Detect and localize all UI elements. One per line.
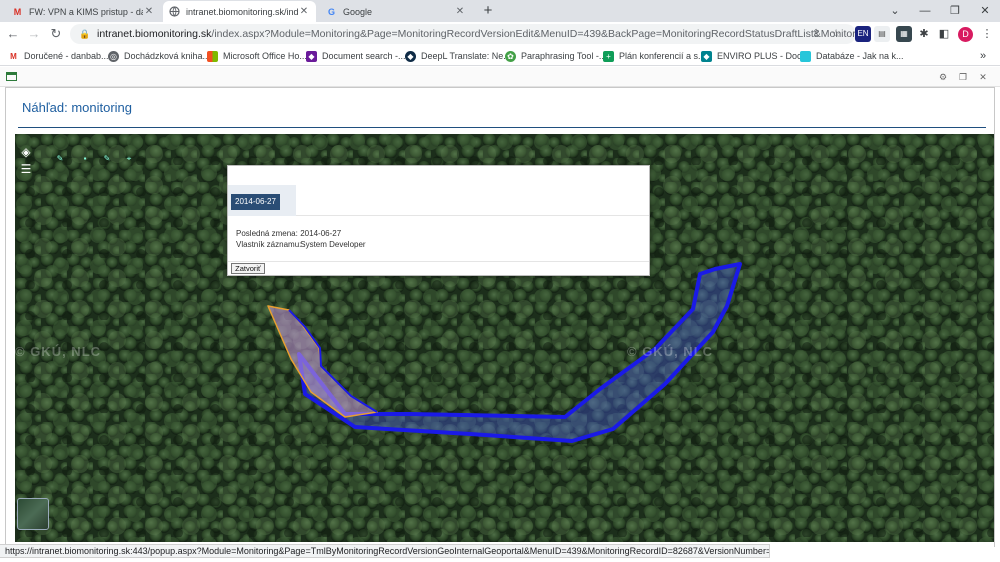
bookmark-item[interactable]: ◎ Dochádzková kniha... bbox=[108, 49, 210, 63]
close-tab-icon[interactable]: ✕ bbox=[454, 6, 466, 17]
side-panel-icon[interactable]: ◧ bbox=[936, 26, 952, 42]
globe-icon bbox=[169, 6, 180, 17]
bookmark-item[interactable]: + Plán konferencií a s... bbox=[603, 49, 706, 63]
bookmark-item[interactable]: M Doručené - danbab... bbox=[8, 49, 109, 63]
legend-list-icon[interactable]: ☰ bbox=[18, 161, 34, 177]
edit-tool-icon[interactable]: ✎ bbox=[101, 154, 113, 164]
document-search-icon: ◆ bbox=[306, 50, 317, 62]
close-tab-icon[interactable]: ✕ bbox=[143, 6, 155, 17]
minimize-button[interactable]: — bbox=[910, 0, 940, 22]
share-icon[interactable]: ⇪ bbox=[808, 26, 824, 42]
restore-button[interactable]: ❐ bbox=[940, 0, 970, 22]
bookmark-label: Plán konferencií a s... bbox=[619, 51, 706, 61]
database-icon bbox=[800, 50, 811, 62]
url-host: intranet.biomonitoring.sk bbox=[97, 28, 212, 40]
url-path: /index.aspx?Module=Monitoring&Page=Monit… bbox=[211, 28, 856, 40]
last-change-label: Posledná zmena: bbox=[236, 229, 298, 238]
close-popup-button[interactable]: Zatvoriť bbox=[231, 263, 265, 274]
popup-footer-divider bbox=[228, 261, 649, 262]
bookmark-star-icon[interactable]: ☆ bbox=[828, 26, 844, 42]
bookmark-label: Document search -... bbox=[322, 51, 406, 61]
tab-intranet[interactable]: intranet.biomonitoring.sk/index ✕ bbox=[163, 1, 316, 22]
bookmark-label: Microsoft Office Ho... bbox=[223, 51, 307, 61]
last-change-value: 2014-06-27 bbox=[300, 229, 342, 238]
bookmarks-bar: M Doručené - danbab... ◎ Dochádzková kniha… bbox=[0, 46, 1000, 66]
version-date-tab[interactable]: 2014-06-27 bbox=[231, 194, 280, 210]
tab-search-icon[interactable]: ⌄ bbox=[880, 0, 910, 22]
new-tab-button[interactable]: + bbox=[480, 2, 496, 20]
map-watermark: © GKÚ, NLC bbox=[627, 344, 714, 359]
profile-avatar[interactable]: D bbox=[958, 27, 973, 42]
title-divider bbox=[18, 127, 986, 128]
page-window-bar: ⚙ ❐ ✕ bbox=[0, 67, 1000, 87]
browser-toolbar: ← → ↻ 🔒 intranet.biomonitoring.sk/index.… bbox=[0, 22, 1000, 46]
bookmark-item[interactable]: Microsoft Office Ho... bbox=[207, 49, 307, 63]
document-extension-icon[interactable]: ▤ bbox=[874, 26, 890, 42]
select-tool-icon[interactable]: ⌖ bbox=[123, 154, 135, 164]
tab-title: intranet.biomonitoring.sk/index bbox=[186, 6, 298, 17]
app-window-icon bbox=[6, 72, 17, 81]
translate-extension-icon[interactable]: EN bbox=[855, 26, 871, 42]
record-info-popup: 2014-06-27 Posledná zmena: 2014-06-27 Vl… bbox=[227, 165, 650, 276]
more-menu-icon[interactable]: ⋮ bbox=[979, 26, 995, 42]
map-watermark: © GKÚ, NLC bbox=[15, 344, 102, 359]
bookmark-label: Paraphrasing Tool -... bbox=[521, 51, 607, 61]
restore-window-icon[interactable]: ❐ bbox=[957, 71, 969, 83]
lock-icon: 🔒 bbox=[79, 28, 91, 39]
extensions-puzzle-icon[interactable]: ✱ bbox=[916, 26, 932, 42]
deepl-icon: ◆ bbox=[405, 50, 416, 62]
page-title: Náhľad: monitoring bbox=[22, 100, 133, 115]
enviro-icon: ◆ bbox=[701, 50, 712, 62]
layers-icon[interactable]: ◈ bbox=[18, 144, 34, 160]
globe-icon: ◎ bbox=[108, 50, 119, 62]
bookmark-item[interactable]: ◆ DeepL Translate: Ne... bbox=[405, 49, 511, 63]
sheets-icon: + bbox=[603, 50, 614, 62]
address-bar[interactable]: 🔒 intranet.biomonitoring.sk/index.aspx?M… bbox=[70, 24, 856, 44]
tab-strip: M FW: VPN a KIMS pristup - danbal ✕ intr… bbox=[0, 0, 1000, 22]
measure-tool-icon[interactable]: ▪ bbox=[79, 154, 91, 164]
paraphrasing-icon: ✿ bbox=[505, 50, 516, 62]
google-icon: G bbox=[327, 6, 335, 17]
draw-tool-icon[interactable]: ✎ bbox=[54, 154, 66, 164]
close-tab-icon[interactable]: ✕ bbox=[298, 6, 310, 17]
map-view[interactable]: © GKÚ, NLC © GKÚ, NLC ◈ ☰ ✎ ▪ ✎ ⌖ 2014-0… bbox=[15, 134, 994, 542]
bookmark-label: Databáze - Jak na k... bbox=[816, 51, 904, 61]
tab-google[interactable]: G Google ✕ bbox=[320, 1, 472, 22]
bookmark-label: DeepL Translate: Ne... bbox=[421, 51, 511, 61]
microsoft-icon bbox=[207, 50, 218, 62]
bookmark-item[interactable]: ◆ ENVIRO PLUS - Doc... bbox=[701, 49, 809, 63]
bookmark-item[interactable]: ✿ Paraphrasing Tool -... bbox=[505, 49, 606, 63]
owner-value: System Developer bbox=[300, 240, 366, 249]
close-window-button[interactable]: ✕ bbox=[970, 0, 1000, 22]
popup-header-divider bbox=[296, 215, 649, 216]
gmail-icon: M bbox=[13, 6, 22, 17]
tab-title: Google bbox=[343, 6, 373, 17]
reload-icon[interactable]: ↻ bbox=[47, 25, 65, 43]
tab-title: FW: VPN a KIMS pristup - danbal bbox=[29, 6, 143, 17]
bookmark-item[interactable]: Databáze - Jak na k... bbox=[800, 49, 904, 63]
grid-extension-icon[interactable]: ▦ bbox=[896, 26, 912, 42]
record-metadata: Posledná zmena: 2014-06-27 Vlastník zázn… bbox=[236, 228, 366, 250]
forward-icon[interactable]: → bbox=[25, 25, 43, 43]
owner-label: Vlastník záznamu: bbox=[236, 240, 302, 249]
bookmark-label: Dochádzková kniha... bbox=[124, 51, 211, 61]
settings-icon[interactable]: ⚙ bbox=[937, 71, 949, 83]
overview-map-thumbnail[interactable] bbox=[17, 498, 49, 530]
gmail-icon: M bbox=[10, 51, 17, 61]
tab-gmail[interactable]: M FW: VPN a KIMS pristup - danbal ✕ bbox=[6, 1, 161, 22]
bookmark-label: Doručené - danbab... bbox=[24, 51, 109, 61]
bookmark-item[interactable]: ◆ Document search -... bbox=[306, 49, 406, 63]
status-bar-url: https://intranet.biomonitoring.sk:443/po… bbox=[0, 544, 770, 558]
back-icon[interactable]: ← bbox=[4, 25, 22, 43]
bookmark-label: ENVIRO PLUS - Doc... bbox=[717, 51, 810, 61]
close-icon[interactable]: ✕ bbox=[977, 71, 989, 83]
more-bookmarks-icon[interactable]: » bbox=[980, 49, 986, 63]
